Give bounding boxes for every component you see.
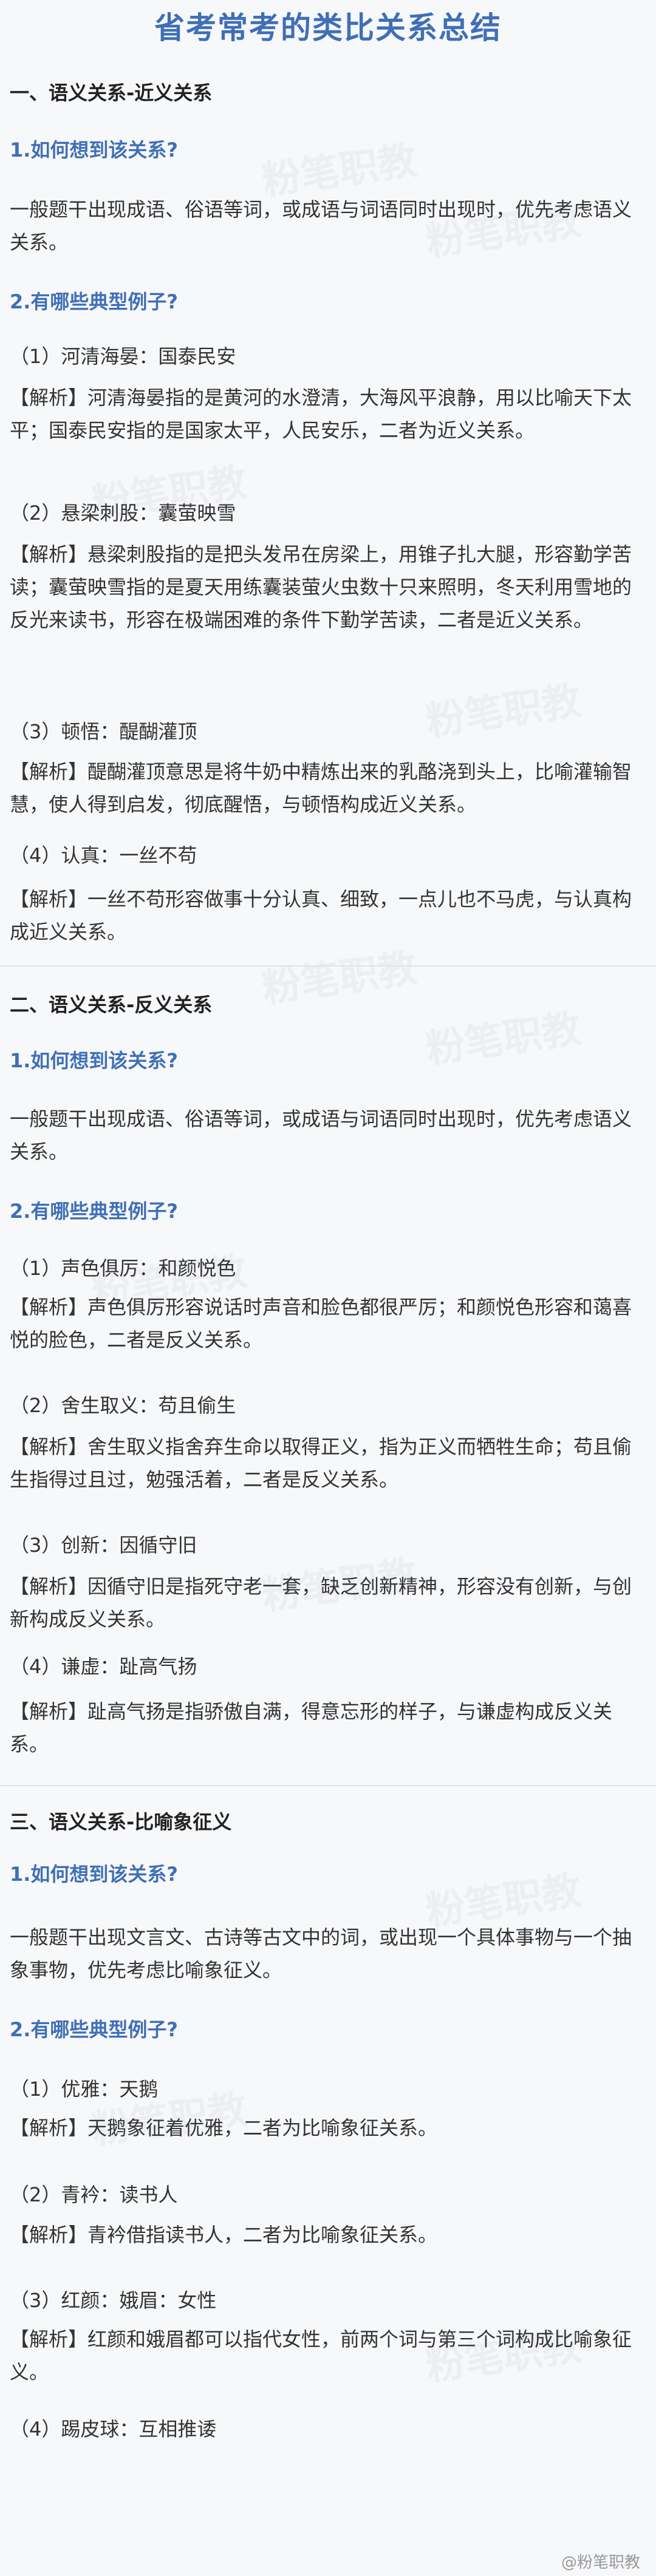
question-heading: 1.如何想到该关系? — [10, 1863, 178, 1886]
section-heading: 三、语义关系-比喻象征义 — [10, 1810, 232, 1833]
analysis-paragraph: 【解析】声色俱厉形容说话时声音和脸色都很严厉；和颜悦色形容和蔼喜悦的脸色，二者是… — [10, 1291, 641, 1356]
example-item: （4）认真：一丝不苟 — [10, 844, 197, 867]
analysis-text: 河清海晏指的是黄河的水澄清，大海风平浪静，用以比喻天下太平；国泰民安指的是国家太… — [10, 386, 632, 442]
example-item: （3）红颜：娥眉：女性 — [10, 2289, 217, 2312]
analysis-tag: 【解析】 — [10, 1435, 88, 1458]
analysis-paragraph: 【解析】趾高气扬是指骄傲自满，得意忘形的样子，与谦虚构成反义关系。 — [10, 1695, 641, 1761]
example-item: （3）顿悟：醍醐灌顶 — [10, 720, 197, 743]
analysis-paragraph: 【解析】舍生取义指舍弃生命以取得正义，指为正义而牺牲生命；苟且偷生指得过且过，勉… — [10, 1430, 641, 1496]
section-heading: 二、语义关系-反义关系 — [10, 993, 213, 1016]
analysis-tag: 【解析】 — [10, 1700, 88, 1723]
intro-paragraph: 一般题干出现成语、俗语等词，或成语与词语同时出现时，优先考虑语义关系。 — [10, 1107, 632, 1163]
analysis-text: 天鹅象征着优雅，二者为比喻象征关系。 — [87, 2116, 438, 2139]
weibo-watermark: @粉笔职教 — [561, 2554, 640, 2572]
analysis-text: 因循守旧是指死守老一套，缺乏创新精神，形容没有创新，与创新构成反义关系。 — [10, 1575, 632, 1631]
analysis-paragraph: 【解析】河清海晏指的是黄河的水澄清，大海风平浪静，用以比喻天下太平；国泰民安指的… — [10, 381, 641, 447]
example-item: （1）优雅：天鹅 — [10, 2078, 159, 2101]
question-heading: 1.如何想到该关系? — [10, 1049, 178, 1072]
example-item: （2）舍生取义：苟且偷生 — [10, 1394, 236, 1417]
analysis-text: 一丝不苟形容做事十分认真、细致，一点儿也不马虎，与认真构成近义关系。 — [10, 888, 632, 943]
analysis-tag: 【解析】 — [10, 1575, 88, 1598]
example-item: （4）谦虚：趾高气扬 — [10, 1655, 197, 1678]
analysis-paragraph: 【解析】醍醐灌顶意思是将牛奶中精炼出来的乳酪浇到头上，比喻灌输智慧，使人得到启发… — [10, 755, 641, 821]
analysis-tag: 【解析】 — [10, 543, 88, 566]
example-item: （1）河清海晏：国泰民安 — [10, 345, 236, 368]
analysis-text: 趾高气扬是指骄傲自满，得意忘形的样子，与谦虚构成反义关系。 — [10, 1700, 613, 1756]
analysis-paragraph: 【解析】因循守旧是指死守老一套，缺乏创新精神，形容没有创新，与创新构成反义关系。 — [10, 1570, 641, 1636]
section-divider — [0, 1785, 656, 1786]
analysis-paragraph: 【解析】青衿借指读书人，二者为比喻象征关系。 — [10, 2218, 641, 2251]
analysis-tag: 【解析】 — [10, 2116, 88, 2139]
intro-paragraph: 一般题干出现成语、俗语等词，或成语与词语同时出现时，优先考虑语义关系。 — [10, 198, 632, 254]
analysis-tag: 【解析】 — [10, 760, 88, 783]
analysis-text: 青衿借指读书人，二者为比喻象征关系。 — [87, 2223, 438, 2246]
analysis-tag: 【解析】 — [10, 386, 88, 409]
analysis-paragraph: 【解析】悬梁刺股指的是把头发吊在房梁上，用锥子扎大腿，形容勤学苦读；囊萤映雪指的… — [10, 538, 641, 636]
analysis-text: 悬梁刺股指的是把头发吊在房梁上，用锥子扎大腿，形容勤学苦读；囊萤映雪指的是夏天用… — [10, 543, 632, 631]
analysis-paragraph: 【解析】天鹅象征着优雅，二者为比喻象征关系。 — [10, 2112, 641, 2144]
analysis-text: 声色俱厉形容说话时声音和脸色都很严厉；和颜悦色形容和蔼喜悦的脸色，二者是反义关系… — [10, 1296, 632, 1351]
intro-paragraph: 一般题干出现文言文、古诗等古文中的词，或出现一个具体事物与一个抽象事物，优先考虑… — [10, 1926, 632, 1982]
question-heading: 2.有哪些典型例子? — [10, 1200, 178, 1223]
example-item: （1）声色俱厉：和颜悦色 — [10, 1257, 236, 1280]
analysis-tag: 【解析】 — [10, 888, 88, 911]
example-item: （3）创新：因循守旧 — [10, 1534, 197, 1557]
question-heading: 1.如何想到该关系? — [10, 138, 178, 161]
question-heading: 2.有哪些典型例子? — [10, 290, 178, 313]
analysis-text: 红颜和娥眉都可以指代女性，前两个词与第三个词构成比喻象征义。 — [10, 2328, 632, 2384]
example-item: （4）踢皮球：互相推诿 — [10, 2418, 217, 2441]
analysis-text: 舍生取义指舍弃生命以取得正义，指为正义而牺牲生命；苟且偷生指得过且过，勉强活着，… — [10, 1435, 632, 1491]
example-item: （2）青衿：读书人 — [10, 2183, 178, 2206]
analysis-tag: 【解析】 — [10, 2223, 88, 2246]
section-divider — [0, 965, 656, 967]
page-title: 省考常考的类比关系总结 — [154, 10, 502, 46]
section-heading: 一、语义关系-近义关系 — [10, 81, 213, 104]
analysis-paragraph: 【解析】红颜和娥眉都可以指代女性，前两个词与第三个词构成比喻象征义。 — [10, 2323, 641, 2388]
analysis-text: 醍醐灌顶意思是将牛奶中精炼出来的乳酪浇到头上，比喻灌输智慧，使人得到启发，彻底醒… — [10, 760, 632, 816]
analysis-tag: 【解析】 — [10, 2328, 88, 2351]
analysis-paragraph: 【解析】一丝不苟形容做事十分认真、细致，一点儿也不马虎，与认真构成近义关系。 — [10, 883, 641, 948]
example-item: （2）悬梁刺股：囊萤映雪 — [10, 501, 236, 525]
question-heading: 2.有哪些典型例子? — [10, 2018, 178, 2041]
analysis-tag: 【解析】 — [10, 1296, 88, 1319]
